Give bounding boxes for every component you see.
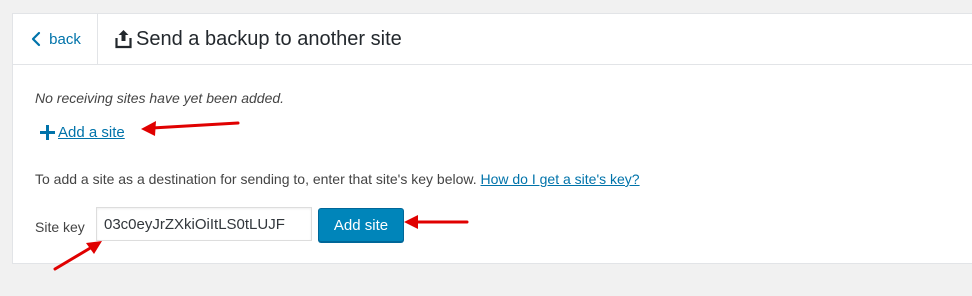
instructions-label: To add a site as a destination for sendi… (35, 171, 477, 187)
panel-header: back Send a backup to another site (13, 14, 972, 65)
add-a-site-label: Add a site (58, 124, 125, 141)
add-a-site-link[interactable]: Add a site (40, 124, 125, 141)
upload-icon (115, 29, 132, 49)
page-title: Send a backup to another site (115, 14, 402, 64)
send-backup-panel: back Send a backup to another site No re… (12, 13, 972, 264)
site-key-input[interactable] (96, 207, 312, 241)
add-site-button[interactable]: Add site (318, 208, 404, 242)
plus-icon (40, 125, 55, 140)
instructions-text: To add a site as a destination for sendi… (35, 171, 640, 187)
site-key-label: Site key (35, 219, 85, 235)
page-title-text: Send a backup to another site (136, 27, 402, 50)
site-key-help-link[interactable]: How do I get a site's key? (481, 171, 640, 187)
back-label: back (49, 30, 81, 48)
back-link[interactable]: back (13, 14, 98, 64)
no-sites-notice: No receiving sites have yet been added. (35, 90, 285, 106)
chevron-left-icon (29, 31, 43, 47)
